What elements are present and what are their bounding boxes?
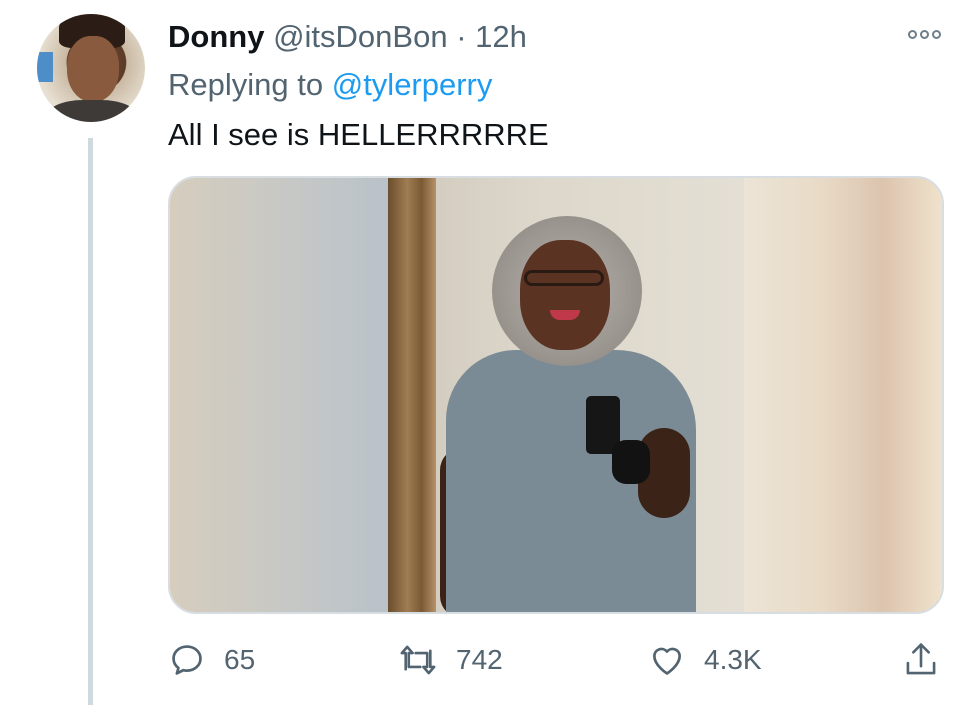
timestamp[interactable]: 12h — [475, 19, 527, 54]
photo-glasses — [524, 270, 604, 286]
thread-line — [88, 138, 93, 705]
tweet-media[interactable] — [168, 176, 944, 614]
avatar-background — [37, 52, 53, 82]
avatar-face — [67, 36, 119, 102]
photo-curtain — [388, 178, 436, 612]
like-count: 4.3K — [704, 644, 762, 675]
tweet-text: All I see is HELLERRRRRE — [168, 117, 549, 152]
media-blur-left — [170, 178, 388, 612]
display-name[interactable]: Donny — [168, 19, 264, 54]
retweet-icon — [400, 645, 436, 675]
media-photo — [388, 178, 748, 612]
more-dot — [920, 29, 929, 39]
reply-icon — [172, 645, 202, 675]
more-dot — [908, 29, 917, 39]
share-icon — [906, 643, 936, 675]
more-icon[interactable] — [908, 26, 948, 42]
like-button[interactable]: 4.3K — [648, 638, 762, 682]
avatar-shirt — [47, 100, 137, 122]
photo-glove — [612, 440, 650, 484]
user-handle[interactable]: @itsDonBon — [273, 19, 448, 54]
avatar[interactable] — [37, 14, 145, 122]
reply-button[interactable]: 65 — [168, 638, 255, 682]
share-button[interactable] — [902, 638, 940, 682]
tweet-header: Donny @itsDonBon · 12h — [168, 18, 527, 56]
heart-icon — [652, 647, 682, 675]
replying-prefix: Replying to — [168, 67, 324, 102]
separator-dot: · — [456, 19, 467, 54]
media-blur-right — [744, 178, 942, 612]
reply-mention-link[interactable]: @tylerperry — [332, 67, 493, 102]
action-bar: 65 742 4.3K — [0, 638, 980, 682]
retweet-count: 742 — [456, 644, 503, 675]
photo-face — [520, 240, 610, 350]
reply-count: 65 — [224, 644, 256, 675]
more-dot — [932, 29, 941, 39]
tweet: Donny @itsDonBon · 12h Replying to @tyle… — [0, 0, 980, 705]
replying-to: Replying to @tylerperry — [168, 66, 492, 104]
retweet-button[interactable]: 742 — [398, 638, 503, 682]
